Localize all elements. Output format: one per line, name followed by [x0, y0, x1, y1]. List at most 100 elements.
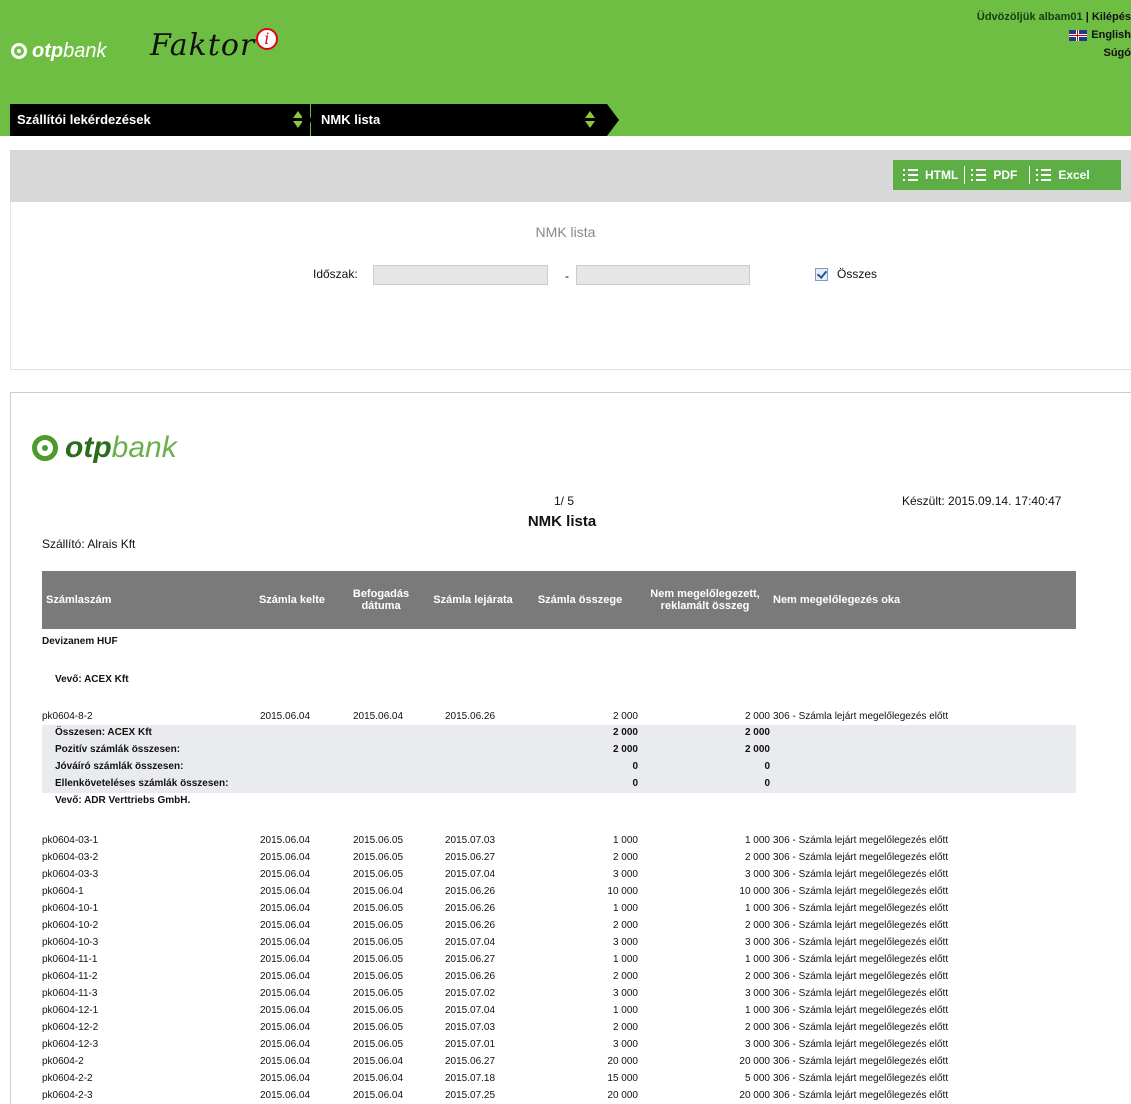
cell-not-financed: 3 000 [744, 937, 770, 948]
buyer-row: Vevő: ADR Verttriebs GmbH. [42, 792, 1076, 809]
cell-reason: 306 - Számla lejárt megelőlegezés előtt [773, 711, 949, 722]
table-row: pk0604-03-1 2015.06.04 2015.06.05 2015.07.0… [42, 832, 1076, 849]
cell-due-date: 2015.07.25 [445, 1090, 496, 1101]
cell-invoice-date: 2015.06.04 [260, 1090, 311, 1101]
summary-row: Ellenköveteléses számlák összesen: 0 0 [42, 775, 1076, 792]
cell-acceptance-date: 2015.06.05 [353, 971, 404, 982]
cell-amount: 2 000 [612, 971, 638, 982]
export-html-button[interactable]: HTML [903, 168, 958, 182]
period-label: Időszak: [313, 267, 358, 281]
cell-acceptance-date: 2015.06.05 [353, 1022, 404, 1033]
help-link[interactable]: Súgó [1104, 47, 1131, 59]
list-icon [1036, 169, 1052, 181]
cell-reason: 306 - Számla lejárt megelőlegezés előtt [773, 1090, 949, 1101]
table-row: pk0604-11-1 2015.06.04 2015.06.05 2015.06.2… [42, 951, 1076, 968]
cell-not-financed: 2 000 [744, 711, 770, 722]
cell-amount: 20 000 [607, 1056, 638, 1067]
uk-flag-icon [1069, 29, 1088, 41]
faktor-logo: Faktor i [150, 28, 279, 63]
export-buttons: HTML PDF Excel [893, 160, 1121, 190]
col-not-financed: Nem megelőlegezett, reklamált összeg [644, 571, 766, 629]
created-timestamp: Készült: 2015.09.14. 17:40:47 [902, 494, 1062, 508]
otpbank-logo[interactable]: otp bank [11, 39, 106, 63]
cell-invoice-date: 2015.06.04 [260, 954, 311, 965]
col-invoice-date: Számla kelte [258, 594, 326, 606]
period-to-input[interactable] [576, 265, 750, 285]
cell-reason: 306 - Számla lejárt megelőlegezés előtt [773, 1022, 949, 1033]
cell-invoice-date: 2015.06.04 [260, 937, 311, 948]
logout-link[interactable]: Kilépés [1092, 11, 1131, 23]
cell-invoice-date: 2015.06.04 [260, 711, 311, 722]
logo-text: bank [63, 39, 107, 62]
otp-logo-icon [11, 43, 27, 59]
report-logo-bold: otp [65, 431, 112, 464]
cell-due-date: 2015.07.03 [445, 1022, 496, 1033]
breadcrumb-item-nmk-list[interactable]: NMK lista [311, 104, 619, 136]
summary-row: Pozitív számlák összesen: 2 000 2 000 [42, 741, 1076, 758]
cell-reason: 306 - Számla lejárt megelőlegezés előtt [773, 1039, 949, 1050]
cell-amount: 1 000 [612, 835, 638, 846]
currency-group-row: Devizanem HUF [42, 633, 1076, 650]
cell-reason: 306 - Számla lejárt megelőlegezés előtt [773, 852, 949, 863]
cell-invoice-date: 2015.06.04 [260, 1005, 311, 1016]
summary-row: Jóváíró számlák összesen: 0 0 [42, 758, 1076, 775]
summary-not-financed: 0 [764, 761, 770, 772]
cell-due-date: 2015.06.26 [445, 971, 496, 982]
cell-not-financed: 2 000 [744, 1022, 770, 1033]
language-switch[interactable]: English [977, 26, 1131, 44]
user-menu: Üdvözöljük albam01 | Kilépés English Súg… [976, 11, 1131, 59]
table-header: Számlaszám Számla kelte Befogadás dátuma… [42, 571, 1076, 629]
cell-not-financed: 20 000 [739, 1090, 770, 1101]
cell-invoice-no: pk0604-03-2 [42, 852, 99, 863]
cell-acceptance-date: 2015.06.05 [353, 1039, 404, 1050]
report-otpbank-logo: otp bank [32, 431, 177, 465]
cell-reason: 306 - Számla lejárt megelőlegezés előtt [773, 869, 949, 880]
export-pdf-button[interactable]: PDF [971, 168, 1017, 182]
period-from-input[interactable] [373, 265, 548, 285]
cell-acceptance-date: 2015.06.05 [353, 835, 404, 846]
cell-invoice-no: pk0604-11-2 [42, 971, 98, 982]
cell-not-financed: 3 000 [744, 869, 770, 880]
cell-reason: 306 - Számla lejárt megelőlegezés előtt [773, 937, 949, 948]
col-due-date: Számla lejárata [433, 594, 513, 606]
table-row: pk0604-1 2015.06.04 2015.06.04 2015.06.26 10… [42, 883, 1076, 900]
cell-due-date: 2015.07.04 [445, 937, 496, 948]
cell-invoice-no: pk0604-11-3 [42, 988, 98, 999]
buyer-label: Vevő: ADR Verttriebs GmbH. [55, 795, 191, 806]
cell-acceptance-date: 2015.06.05 [353, 852, 404, 863]
filter-title: NMK lista [535, 224, 596, 240]
all-checkbox[interactable] [815, 268, 828, 281]
cell-amount: 3 000 [612, 1039, 638, 1050]
cell-invoice-no: pk0604-10-2 [42, 920, 99, 931]
cell-invoice-no: pk0604-03-1 [42, 835, 99, 846]
cell-amount: 3 000 [612, 869, 638, 880]
cell-invoice-no: pk0604-2-2 [42, 1073, 93, 1084]
cell-acceptance-date: 2015.06.04 [353, 1073, 404, 1084]
cell-due-date: 2015.06.26 [445, 920, 496, 931]
cell-acceptance-date: 2015.06.05 [353, 937, 404, 948]
col-not-financed-line2: reklamált összeg [660, 600, 750, 612]
export-html-label: HTML [925, 168, 959, 182]
cell-due-date: 2015.06.26 [445, 886, 496, 897]
cell-invoice-no: pk0604-12-1 [42, 1005, 99, 1016]
cell-amount: 1 000 [612, 903, 638, 914]
buyer-row: Vevő: ACEX Kft [42, 671, 1076, 688]
cell-invoice-date: 2015.06.04 [260, 1039, 311, 1050]
separator [1029, 166, 1031, 184]
list-icon [903, 169, 918, 181]
table-row: pk0604-12-2 2015.06.04 2015.06.05 2015.07.0… [42, 1019, 1076, 1036]
cell-invoice-no: pk0604-2 [42, 1056, 84, 1067]
table-row: pk0604-03-2 2015.06.04 2015.06.05 2015.06.2… [42, 849, 1076, 866]
cell-not-financed: 1 000 [744, 1005, 770, 1016]
cell-reason: 306 - Számla lejárt megelőlegezés előtt [773, 903, 949, 914]
cell-acceptance-date: 2015.06.05 [353, 1005, 404, 1016]
cell-amount: 2 000 [612, 1022, 638, 1033]
summary-amount: 2 000 [612, 744, 638, 755]
cell-due-date: 2015.07.02 [445, 988, 496, 999]
export-excel-button[interactable]: Excel [1036, 168, 1090, 182]
cell-amount: 2 000 [612, 711, 638, 722]
breadcrumb-item-supplier-queries[interactable]: Szállítói lekérdezések [10, 104, 310, 136]
up-down-arrows-icon[interactable] [585, 111, 596, 129]
period-separator: - [565, 269, 569, 283]
cell-amount: 2 000 [612, 852, 638, 863]
